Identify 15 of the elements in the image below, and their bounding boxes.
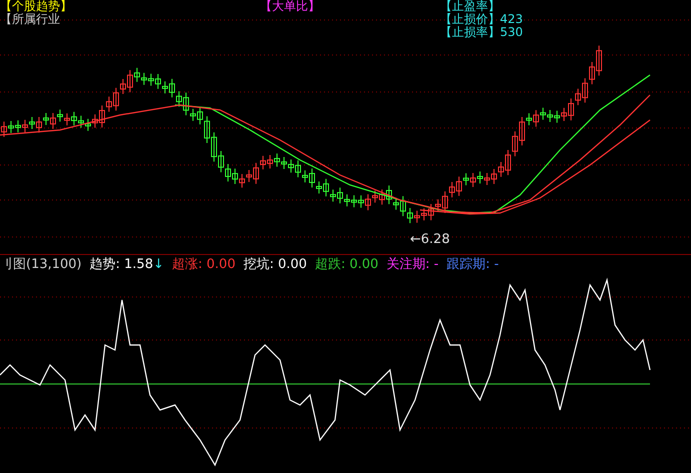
indicator-label: 【止盈率】 <box>440 0 501 13</box>
indicator-reading: 跟踪期: - <box>446 257 499 273</box>
indicator-reading: 挖坑: 0.00 <box>243 257 307 273</box>
indicator-title: 刂图(13,100) <box>0 257 82 273</box>
indicator-label: 【止损价】423 <box>440 13 523 26</box>
indicator-label: 【大单比】 <box>260 0 321 13</box>
trend-arrow: ↓ <box>153 257 164 273</box>
indicator-reading: 超涨: 0.00 <box>172 257 236 273</box>
price-label: ←6.28 <box>410 231 450 249</box>
indicator-reading: 超跌: 0.00 <box>314 257 378 273</box>
indicator-reading: 关注期: - <box>386 257 439 273</box>
indicator-label: 【所属行业 <box>0 13 61 26</box>
indicator-label: 【止损率】530 <box>440 26 523 39</box>
indicator-label: 【个股趋势】 <box>0 0 73 13</box>
indicator-reading: 趋势: 1.58 <box>90 257 154 273</box>
